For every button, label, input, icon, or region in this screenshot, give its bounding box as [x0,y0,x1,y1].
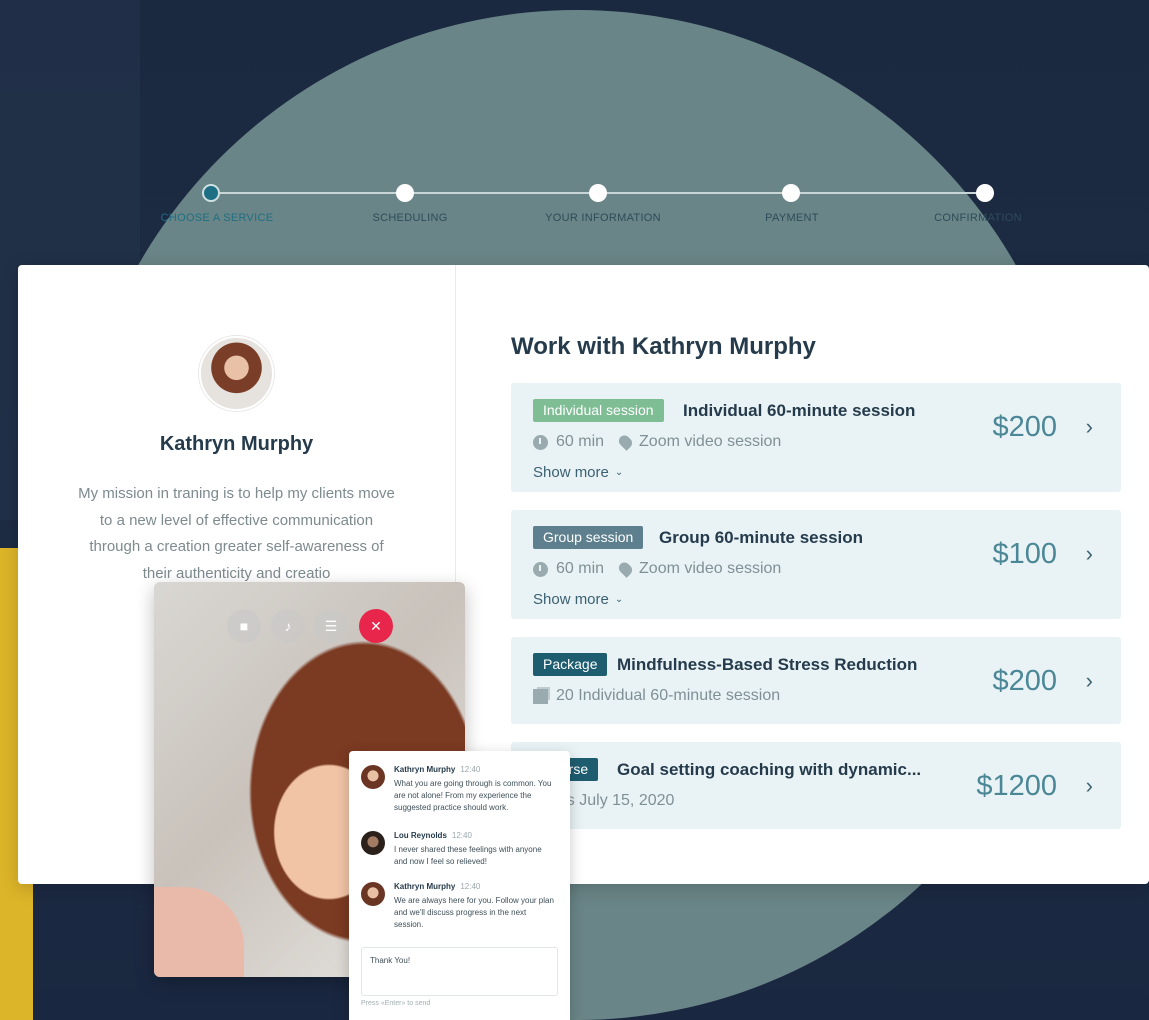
service-card-package[interactable]: Package Mindfulness-Based Stress Reducti… [511,637,1121,724]
step-label-payment[interactable]: PAYMENT [765,212,819,224]
message-header: Kathryn Murphy 12:40 [394,765,480,774]
chevron-down-icon: ⌄ [614,467,624,478]
service-duration: 60 min [556,560,605,577]
chevron-right-icon[interactable]: › [1086,414,1093,440]
service-card-course[interactable]: Course Goal setting coaching with dynami… [511,742,1121,829]
step-label-your-information[interactable]: YOUR INFORMATION [545,212,661,224]
chat-hint: Press «Enter» to send [361,1000,431,1007]
show-more-link[interactable]: Show more ⌄ [533,464,623,481]
chat-panel: Kathryn Murphy 12:40 What you are going t… [349,751,570,1020]
end-call-icon[interactable]: ✕ [359,609,393,643]
coach-bio: My mission in traning is to help my clie… [78,485,395,582]
step-label-scheduling[interactable]: SCHEDULING [372,212,447,224]
message-author: Kathryn Murphy [394,882,456,891]
step-dot-payment[interactable] [782,184,800,202]
message-author: Kathryn Murphy [394,765,456,774]
chat-icon[interactable]: ☰ [314,609,348,643]
step-label-choose-service[interactable]: CHOOSE A SERVICE [161,212,274,224]
chevron-right-icon[interactable]: › [1086,773,1093,799]
stack-icon [533,688,548,704]
service-meta: 60 min Zoom video session [533,433,781,451]
service-price: $1200 [976,770,1057,802]
camera-icon[interactable]: ■ [227,609,261,643]
show-more-label: Show more [533,464,609,481]
service-price: $200 [992,665,1057,697]
message-text: What you are going through is common. Yo… [394,779,552,812]
coach-name: Kathryn Murphy [159,433,314,455]
service-price: $100 [992,538,1057,570]
service-title: Group 60-minute session [659,528,864,547]
chevron-right-icon[interactable]: › [1086,668,1093,694]
service-tag: Individual session [533,399,664,422]
show-more-label: Show more [533,591,609,608]
coach-avatar [199,336,274,411]
service-title: Goal setting coaching with dynamic... [617,760,922,779]
avatar [361,831,385,855]
message-text: I never shared these feelings with anyon… [394,845,542,866]
service-meta: 60 min Zoom video session [533,560,781,578]
service-tag: Package [533,653,608,676]
message-time: 12:40 [460,882,481,891]
step-dot-scheduling[interactable] [396,184,414,202]
service-detail: 20 Individual 60-minute session [556,687,781,704]
service-price: $200 [992,411,1057,443]
service-title: Mindfulness-Based Stress Reduction [617,655,918,674]
chevron-down-icon: ⌄ [614,594,624,605]
message-time: 12:40 [451,831,472,840]
avatar [361,882,385,906]
service-location: Zoom video session [639,433,782,450]
step-dot-your-information[interactable] [589,184,607,202]
pin-icon [616,433,635,451]
step-dot-confirmation[interactable] [976,184,994,202]
message-time: 12:40 [460,765,481,774]
card-divider [455,265,456,605]
clock-icon [533,561,548,577]
message-header: Lou Reynolds 12:40 [394,831,472,840]
message-author: Lou Reynolds [394,831,447,840]
service-tag: Group session [533,526,644,549]
chevron-right-icon[interactable]: › [1086,541,1093,567]
chat-input[interactable]: Thank You! [361,947,558,996]
page-title: Work with Kathryn Murphy [511,333,816,360]
service-duration: 60 min [556,433,605,450]
service-meta: 20 Individual 60-minute session [533,687,780,705]
avatar [361,765,385,789]
service-card-group[interactable]: Group session Group 60-minute session 60… [511,510,1121,619]
pin-icon [616,560,635,578]
service-location: Zoom video session [639,560,782,577]
speaker-icon[interactable]: ♪ [271,609,305,643]
show-more-link[interactable]: Show more ⌄ [533,591,623,608]
service-title: Individual 60-minute session [683,401,916,420]
message-header: Kathryn Murphy 12:40 [394,882,480,891]
video-person-shoulder [154,887,244,977]
message-text: We are always here for you. Follow your … [394,896,554,929]
clock-icon [533,434,548,450]
step-label-confirmation[interactable]: CONFIRMATION [934,212,1022,224]
service-card-individual[interactable]: Individual session Individual 60-minute … [511,383,1121,492]
step-dot-choose-service[interactable] [202,184,220,202]
